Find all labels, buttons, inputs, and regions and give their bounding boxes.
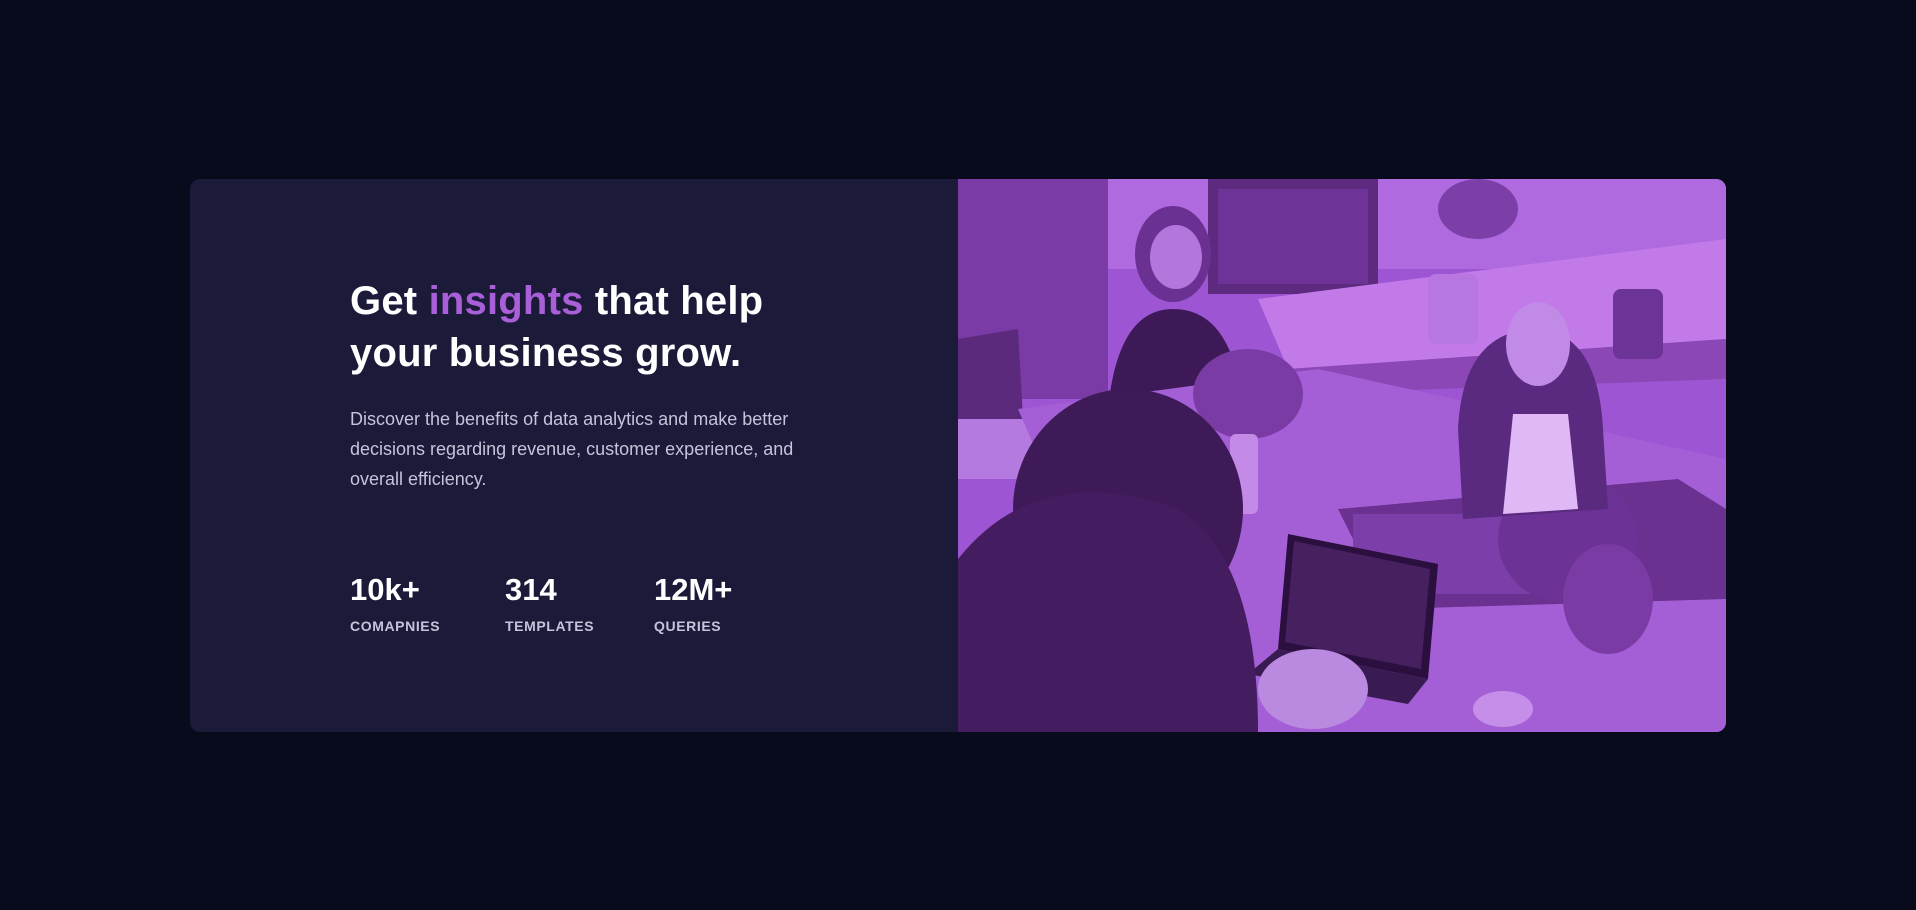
headline: Get insights that help your business gro… (350, 275, 820, 379)
description: Discover the benefits of data analytics … (350, 409, 794, 489)
office-team-photo (958, 179, 1726, 732)
stat-value: 314 (505, 572, 557, 607)
headline-accent: insights (428, 279, 584, 323)
stat-value: 10k+ (350, 572, 420, 607)
stat-templates: 314 TEMPLATES (505, 572, 654, 634)
stat-label: TEMPLATES (505, 618, 595, 634)
headline-prefix: Get (350, 279, 429, 323)
stat-queries: 12M+ QUERIES (654, 572, 754, 634)
stat-label: COMAPNIES (350, 618, 441, 634)
stat-label: QUERIES (654, 618, 722, 634)
stat-value: 12M+ (654, 572, 733, 607)
stats-row: 10k+ COMAPNIES 314 TEMPLATES 12M+ QUERIE… (350, 572, 754, 634)
stat-companies: 10k+ COMAPNIES (350, 572, 505, 634)
header-image (958, 179, 1726, 732)
stats-preview-card: Get insights that help your business gro… (190, 179, 1726, 732)
card-text-section: Get insights that help your business gro… (190, 179, 958, 732)
